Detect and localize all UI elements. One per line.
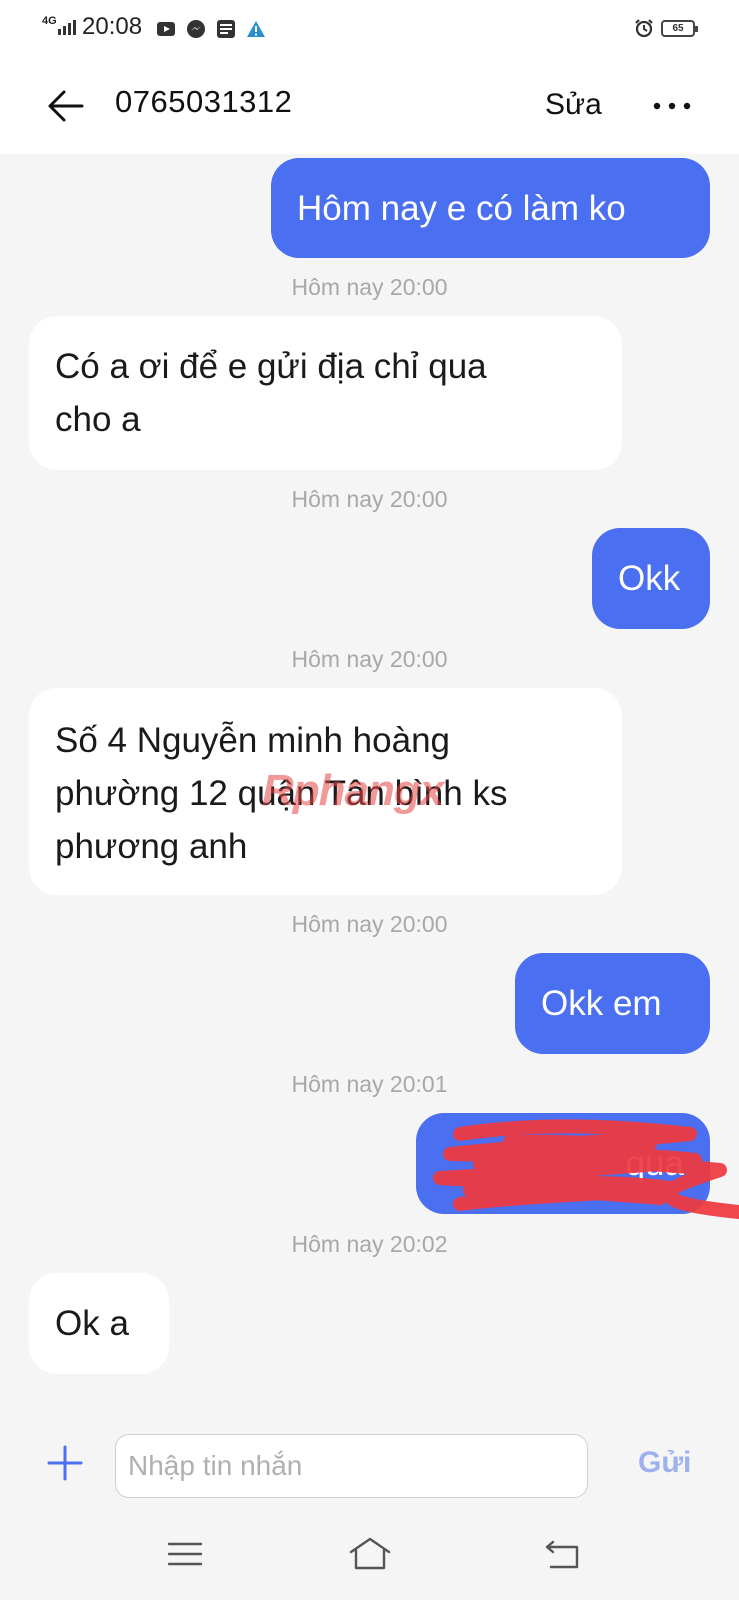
message-text-line: phương anh xyxy=(55,827,248,866)
message-text-line: Có a ơi để e gửi địa chỉ qua xyxy=(55,347,487,386)
back-icon[interactable] xyxy=(543,1534,583,1574)
alarm-icon xyxy=(635,19,653,38)
youtube-icon xyxy=(157,22,175,36)
menu-icon[interactable] xyxy=(165,1534,205,1574)
message-timestamp: Hôm nay 20:00 xyxy=(291,486,448,512)
more-horizontal-icon[interactable] xyxy=(652,98,692,114)
message-text: Hôm nay e có làm ko xyxy=(297,188,626,228)
message-thread[interactable]: Hôm nay e có làm ko Hôm nay 20:00 Có a ơ… xyxy=(0,154,739,1410)
arrow-left-icon[interactable] xyxy=(46,86,86,126)
watermark: Rphangx xyxy=(262,766,444,815)
message-composer: Gửi xyxy=(0,1410,739,1510)
message-text: Okk em xyxy=(541,984,662,1023)
warning-icon xyxy=(247,21,265,37)
status-bar: 4G 20:08 65 xyxy=(0,0,739,58)
message-bubble-incoming[interactable]: Ok a xyxy=(29,1273,169,1374)
send-button[interactable]: Gửi xyxy=(638,1446,691,1480)
message-bubble-outgoing[interactable]: Okk xyxy=(592,528,710,629)
redaction-scribble xyxy=(433,1119,739,1219)
battery-icon: 65 xyxy=(661,20,698,37)
message-bubble-outgoing[interactable]: Hôm nay e có làm ko xyxy=(271,158,710,258)
conversation-header: 0765031312 Sửa xyxy=(0,58,739,154)
clock: 20:08 xyxy=(82,13,143,40)
messenger-icon xyxy=(187,20,205,38)
message-input[interactable] xyxy=(115,1434,588,1498)
baomoi-icon xyxy=(217,20,235,38)
message-timestamp: Hôm nay 20:00 xyxy=(291,646,448,672)
message-timestamp: Hôm nay 20:00 xyxy=(291,274,448,300)
message-text-line: cho a xyxy=(55,400,141,439)
contact-name: 0765031312 xyxy=(115,84,293,119)
plus-icon[interactable] xyxy=(46,1444,84,1482)
message-timestamp: Hôm nay 20:02 xyxy=(291,1231,448,1257)
edit-button[interactable]: Sửa xyxy=(545,88,602,122)
messaging-screen: 4G 20:08 65 0765031312 Sửa Hôm nay e có … xyxy=(0,0,739,1600)
message-bubble-outgoing[interactable]: Okk em xyxy=(515,953,710,1054)
message-text: Ok a xyxy=(55,1304,129,1343)
message-bubble-incoming[interactable]: Có a ơi để e gửi địa chỉ qua cho a xyxy=(29,316,622,470)
system-nav-bar xyxy=(0,1510,739,1600)
signal-icon xyxy=(58,20,76,35)
message-text-line: Số 4 Nguyễn minh hoàng xyxy=(55,721,450,760)
home-icon[interactable] xyxy=(348,1534,392,1574)
network-type: 4G xyxy=(42,15,57,27)
message-text: Okk xyxy=(618,559,681,598)
message-timestamp: Hôm nay 20:01 xyxy=(291,1071,448,1097)
message-timestamp: Hôm nay 20:00 xyxy=(291,911,448,937)
